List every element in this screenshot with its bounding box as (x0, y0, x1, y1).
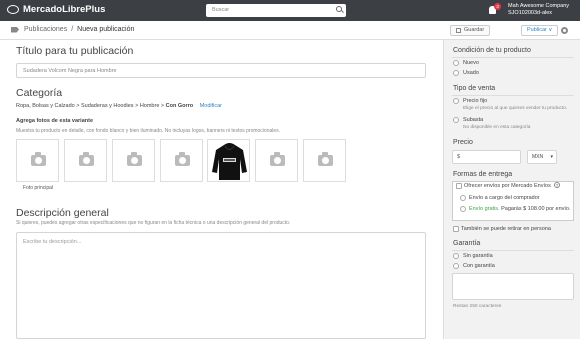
photo-slot-6[interactable] (255, 139, 298, 182)
handshake-logo-icon (7, 5, 19, 14)
divider (452, 57, 574, 58)
breadcrumb-separator: / (71, 26, 74, 33)
pickup-checkbox[interactable] (453, 226, 459, 232)
title-input[interactable]: Sudadera Volcom Negra para Hombre (16, 63, 426, 78)
radio-subasta[interactable] (453, 117, 459, 123)
photo-slot-2[interactable] (64, 139, 107, 182)
category-path-text: Ropa, Bolsas y Calzado > Sudaderas y Hoo… (16, 103, 166, 109)
breadcrumb-current: Nueva publicación (77, 26, 135, 33)
envio-gratis-text: Envío gratis. (469, 206, 500, 212)
publish-button[interactable]: Publicar ∨ (521, 25, 559, 36)
sale-type-heading: Tipo de venta (453, 85, 496, 92)
photo-slot-3[interactable] (112, 139, 155, 182)
photos-heading: Agrega fotos de esta variante (16, 118, 94, 124)
price-input[interactable]: $ (452, 150, 521, 164)
category-heading: Categoría (16, 87, 63, 99)
modify-category-link[interactable]: Modificar (200, 103, 222, 109)
save-icon (456, 28, 461, 33)
photo-slot-7[interactable] (303, 139, 346, 182)
mercado-envios-label: Ofrecer envíos por Mercado Envíos (464, 183, 551, 189)
search-input[interactable]: Buscar (206, 4, 346, 17)
camera-icon (318, 152, 333, 166)
breadcrumb: Publicaciones / Nueva publicación (11, 26, 134, 33)
description-heading: Descripción general (16, 207, 109, 219)
help-icon[interactable]: ? (554, 182, 560, 188)
breadcrumb-publicaciones[interactable]: Publicaciones (24, 26, 67, 33)
account-menu[interactable]: Mah Awesome Company SJO102003d-alex (508, 3, 569, 17)
listing-form: Título para tu publicación Sudadera Volc… (0, 40, 443, 339)
gear-icon[interactable] (561, 27, 568, 34)
pickup-label: También se puede retirar en persona (461, 226, 551, 232)
top-bar: MercadoLibrePlus Buscar 3 Mah Awesome Co… (0, 0, 580, 21)
radio-nuevo[interactable] (453, 60, 459, 66)
category-path: Ropa, Bolsas y Calzado > Sudaderas y Hoo… (16, 103, 222, 109)
precio-fijo-hint: Elige el precio al que quieres vender tu… (463, 106, 568, 111)
radio-envio-gratis[interactable] (460, 206, 466, 212)
envio-gratis-label: Envío gratis. Pagarás $ 108.00 por envío… (469, 206, 571, 212)
camera-icon (31, 152, 46, 166)
delivery-heading: Formas de entrega (453, 171, 513, 178)
photo-slot-1[interactable] (16, 139, 59, 182)
currency-value: MXN (532, 154, 544, 160)
caret-down-icon: ▾ (550, 154, 553, 160)
notification-badge: 3 (494, 3, 501, 10)
photo-slot-4[interactable] (160, 139, 203, 182)
radio-usado-label: Usado (463, 70, 479, 76)
divider (452, 95, 574, 96)
save-label: Guardar (464, 27, 485, 33)
camera-icon (175, 152, 190, 166)
mercado-envios-checkbox[interactable] (456, 183, 462, 189)
camera-icon (79, 152, 94, 166)
price-heading: Precio (453, 139, 473, 146)
account-name: Mah Awesome Company (508, 3, 570, 9)
envio-gratis-detail: Pagarás $ 108.00 por envío. (499, 206, 571, 212)
title-heading: Título para tu publicación (16, 45, 134, 57)
sidebar: Condición de tu producto Nuevo Usado Tip… (443, 40, 580, 339)
radio-envio-comprador-label: Envío a cargo del comprador (469, 195, 540, 201)
radio-precio-fijo-label: Precio fijo (463, 98, 488, 104)
tag-icon (11, 26, 19, 33)
divider (452, 250, 574, 251)
radio-nuevo-label: Nuevo (463, 60, 479, 66)
photos-hint: Muestra tu producto en detalle, con fond… (16, 128, 281, 134)
radio-con-garantia[interactable] (453, 263, 459, 269)
mercadolibre-logo[interactable]: MercadoLibrePlus (7, 4, 105, 15)
logo-text: MercadoLibrePlus (23, 4, 106, 15)
radio-precio-fijo[interactable] (453, 98, 459, 104)
camera-icon (270, 152, 285, 166)
main-photo-label: Foto principal (23, 185, 54, 191)
description-hint: Si quieres, puedes agregar otras especif… (16, 220, 291, 226)
save-button[interactable]: Guardar (450, 25, 491, 36)
condition-heading: Condición de tu producto (453, 47, 531, 54)
account-id: SJO102003d-alex (508, 10, 553, 16)
warranty-textarea[interactable] (452, 273, 574, 300)
radio-sin-garantia-label: Sin garantía (463, 253, 493, 259)
subasta-hint: No disponible en esta categoría (463, 125, 531, 130)
radio-con-garantia-label: Con garantía (463, 263, 495, 269)
camera-icon (127, 152, 142, 166)
hoodie-image (212, 143, 247, 180)
page-header: Publicaciones / Nueva publicación Guarda… (0, 21, 580, 40)
description-textarea[interactable]: Escribe tu descripción... (16, 232, 426, 339)
radio-subasta-label: Subasta (463, 117, 484, 123)
currency-select[interactable]: MXN ▾ (527, 150, 557, 164)
radio-sin-garantia[interactable] (453, 253, 459, 259)
search-icon[interactable] (336, 6, 342, 12)
chars-left: Restan 250 caracteres (453, 304, 502, 309)
category-current: Con Gorro (165, 103, 194, 109)
radio-usado[interactable] (453, 70, 459, 76)
radio-envio-comprador[interactable] (460, 195, 466, 201)
warranty-heading: Garantía (453, 240, 481, 247)
photo-slot-hoodie[interactable] (207, 139, 250, 182)
search-placeholder: Buscar (212, 7, 230, 13)
